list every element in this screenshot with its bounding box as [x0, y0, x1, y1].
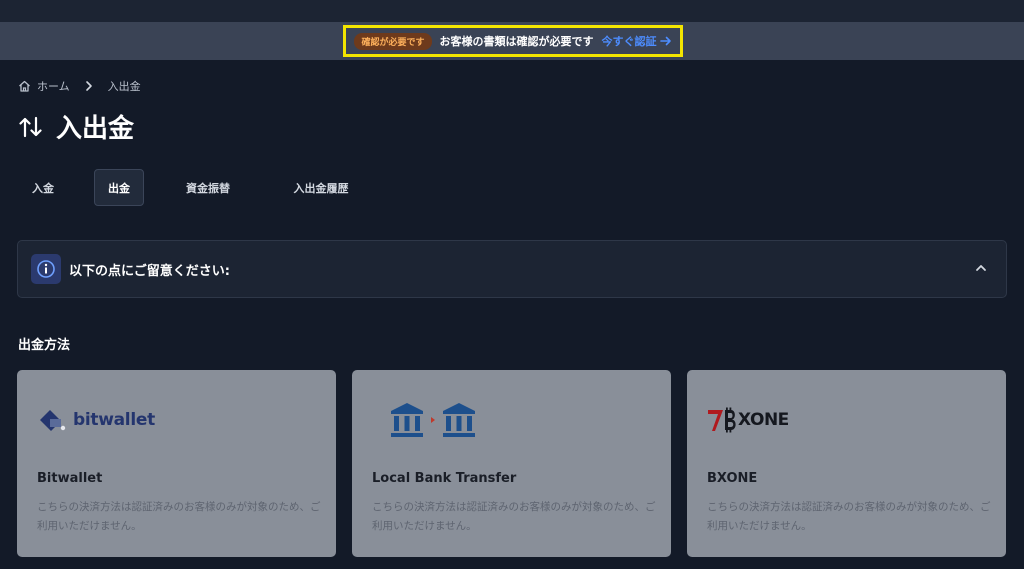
chevron-right-icon [85, 81, 92, 91]
arrow-right-icon [659, 36, 671, 46]
method-card-local-bank-transfer[interactable]: Local Bank Transfer こちらの決済方法は認証済みのお客様のみが… [352, 370, 671, 557]
bank-transfer-logo [389, 400, 477, 440]
method-description: こちらの決済方法は認証済みのお客様のみが対象のため、ご利用いただけません。 [372, 501, 656, 532]
verify-now-label: 今すぐ認証 [601, 35, 657, 48]
breadcrumb: ホーム 入出金 [18, 78, 141, 94]
home-icon [19, 80, 30, 92]
method-name: BXONE [707, 471, 758, 486]
method-name: Local Bank Transfer [372, 471, 517, 486]
page-title: 入出金 [18, 108, 134, 145]
bxone-icon [708, 407, 736, 433]
breadcrumb-home[interactable]: ホーム [18, 78, 70, 94]
verification-banner-highlight: 確認が必要です お客様の書類は確認が必要です 今すぐ認証 [343, 25, 683, 57]
page-title-text: 入出金 [56, 114, 135, 144]
tab-deposit[interactable]: 入金 [18, 169, 68, 206]
tab-withdrawal[interactable]: 出金 [94, 169, 144, 206]
bitwallet-logo: bitwallet [37, 400, 155, 440]
method-card-bitwallet[interactable]: bitwallet Bitwallet こちらの決済方法は認証済みのお客様のみが… [17, 370, 336, 557]
info-icon [31, 254, 61, 284]
bitwallet-logo-text: bitwallet [73, 410, 155, 430]
transfer-arrows-icon [19, 116, 42, 137]
bank-icon [391, 403, 423, 437]
transfer-arrow-icon [431, 417, 435, 423]
tab-fund-transfer[interactable]: 資金振替 [170, 169, 246, 206]
tab-bar: 入金 出金 資金振替 入出金履歴 [18, 169, 366, 206]
top-bar [0, 0, 1024, 22]
method-name: Bitwallet [37, 471, 103, 486]
notice-title: 以下の点にご留意ください: [69, 263, 230, 279]
verify-now-link[interactable]: 今すぐ認証 [602, 33, 672, 49]
banner-message: お客様の書類は確認が必要です [439, 35, 594, 48]
method-card-bxone[interactable]: XONE BXONE こちらの決済方法は認証済みのお客様のみが対象のため、ご利用… [687, 370, 1006, 557]
status-badge: 確認が必要です [354, 32, 432, 50]
chevron-up-icon[interactable] [974, 261, 988, 275]
tab-history[interactable]: 入出金履歴 [276, 169, 366, 206]
section-title: 出金方法 [18, 338, 71, 353]
method-description: こちらの決済方法は認証済みのお客様のみが対象のため、ご利用いただけません。 [37, 501, 321, 532]
notice-accordion[interactable]: 以下の点にご留意ください: [17, 240, 1007, 298]
method-description: こちらの決済方法は認証済みのお客様のみが対象のため、ご利用いただけません。 [707, 501, 991, 532]
breadcrumb-current: 入出金 [107, 80, 141, 93]
bxone-logo: XONE [707, 400, 789, 440]
verification-banner: 確認が必要です お客様の書類は確認が必要です 今すぐ認証 [0, 22, 1024, 60]
breadcrumb-home-label: ホーム [37, 80, 70, 93]
bank-icon [443, 403, 475, 437]
bxone-logo-text: XONE [738, 410, 789, 430]
bitwallet-icon [40, 410, 66, 431]
